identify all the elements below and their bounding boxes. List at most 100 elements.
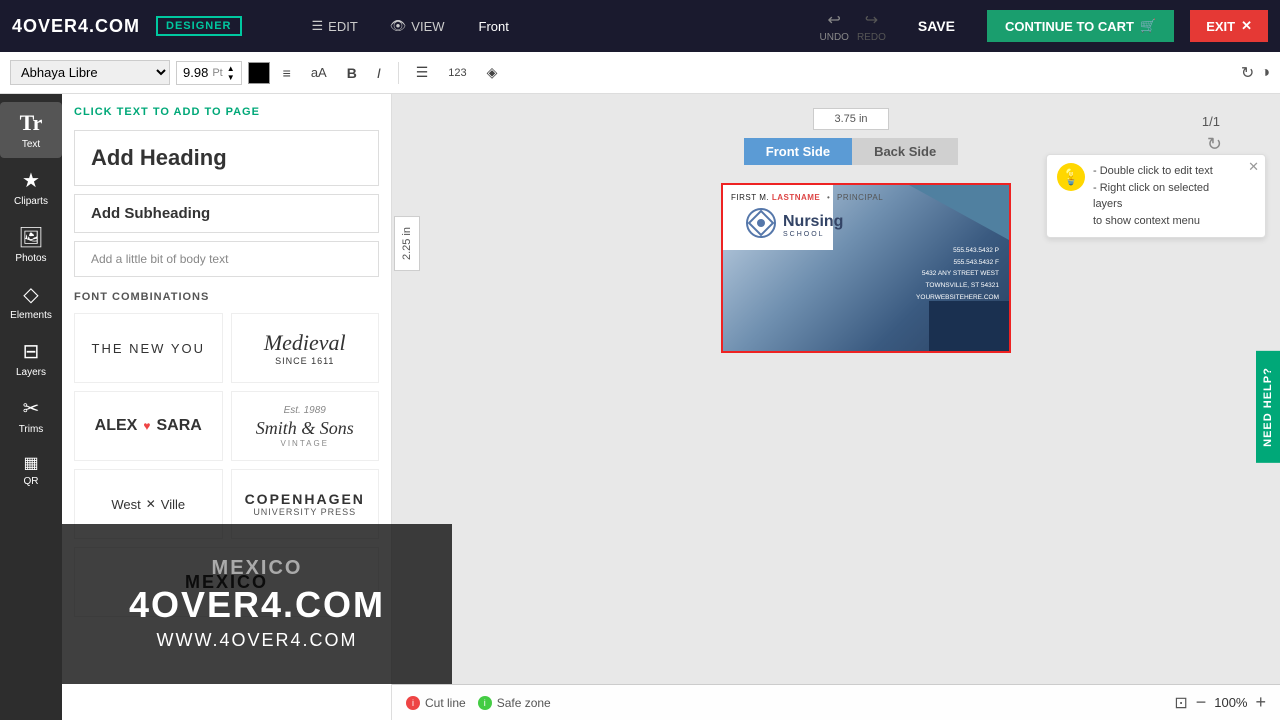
business-card[interactable]: FIRST M. LASTNAME • PRINCIPAL Nursing <box>721 183 1011 353</box>
font-combo-2-main: Medieval <box>264 330 346 356</box>
vertical-ruler: 2.25 in <box>392 144 422 344</box>
color-picker[interactable] <box>248 62 270 84</box>
list-button[interactable]: ☰ <box>409 60 436 85</box>
tip-text: - Double click to edit text - Right clic… <box>1093 163 1235 229</box>
font-combo-7-text: MEXICO <box>185 572 268 593</box>
card-school: Nursing SCHOOL <box>783 213 843 238</box>
logo-svg <box>745 207 777 239</box>
elements-icon: ◇ <box>23 282 38 307</box>
font-combo-7[interactable]: MEXICO <box>74 547 379 617</box>
bold-button[interactable]: B <box>340 61 364 85</box>
refresh-button[interactable]: ↻ <box>1241 63 1254 83</box>
font-size-value: 9.98 <box>183 65 208 80</box>
canvas-wrapper: FIRST M. LASTNAME • PRINCIPAL Nursing <box>721 183 1011 353</box>
sidebar-item-trims[interactable]: ✂ Trims <box>0 388 62 443</box>
align-button[interactable]: ≡ <box>276 61 298 85</box>
sidebar-item-label-text: Text <box>22 139 40 150</box>
add-subheading-button[interactable]: Add Subheading <box>74 194 379 233</box>
view-button[interactable]: 👁 VIEW <box>382 18 453 34</box>
safe-zone-dot: i <box>478 696 492 710</box>
font-size-group: 9.98 Pt ▲ ▼ <box>176 61 242 85</box>
tip-close-button[interactable]: ✕ <box>1248 159 1259 175</box>
font-size-down-icon[interactable]: ▼ <box>227 73 235 82</box>
zoom-in-button[interactable]: + <box>1255 692 1266 713</box>
font-family-select[interactable]: Abhaya Libre <box>10 60 170 85</box>
card-title: PRINCIPAL <box>837 193 883 202</box>
font-combo-3[interactable]: ALEX ♥ SARA <box>74 391 223 461</box>
card-address: 5432 ANY STREET WEST <box>916 268 999 280</box>
sidebar-item-label-qr: QR <box>24 476 39 487</box>
card-contact: 555.543.5432 P 555.543.5432 F 5432 ANY S… <box>916 245 999 303</box>
font-combo-4-sub: VINTAGE <box>280 439 329 448</box>
vertical-ruler-value: 2.25 in <box>394 216 420 271</box>
front-side-button[interactable]: Front Side <box>744 138 852 165</box>
sidebar-item-cliparts[interactable]: ★ Cliparts <box>0 160 62 215</box>
qr-icon: ▦ <box>23 453 38 473</box>
sidebar-item-text[interactable]: Tr Text <box>0 102 62 158</box>
front-label: Front <box>469 19 519 34</box>
text-panel: CLICK TEXT TO ADD TO PAGE Add Heading Ad… <box>62 94 392 720</box>
font-size-up-icon[interactable]: ▲ <box>227 64 235 73</box>
font-case-button[interactable]: aA <box>304 61 334 84</box>
redo-icon: ↪ <box>865 10 878 30</box>
font-combo-2[interactable]: Medieval SINCE 1611 <box>231 313 380 383</box>
special-chars-button[interactable]: 123 <box>441 63 473 83</box>
font-combo-1-text: THE NEW YOU <box>92 341 206 356</box>
edit-button[interactable]: ☰ EDIT <box>304 18 366 34</box>
card-bullet: • <box>827 193 830 202</box>
designer-badge: DESIGNER <box>156 16 241 36</box>
exit-button[interactable]: EXIT ✕ <box>1190 10 1268 42</box>
font-combo-6[interactable]: COPENHAGEN UNIVERSITY PRESS <box>231 469 380 539</box>
fit-to-screen-button[interactable]: ⊡ <box>1174 693 1187 713</box>
add-heading-button[interactable]: Add Heading <box>74 130 379 186</box>
font-size-unit: Pt <box>212 67 222 79</box>
font-combo-3-main: ALEX <box>95 417 138 435</box>
bottom-bar: i Cut line i Safe zone ⊡ − 100% + <box>392 684 1280 720</box>
save-button[interactable]: SAVE <box>902 18 971 34</box>
continue-to-cart-button[interactable]: CONTINUE TO CART 🛒 <box>987 10 1174 42</box>
card-name: FIRST M. LASTNAME • PRINCIPAL <box>731 193 883 202</box>
font-combo-4[interactable]: Est. 1989 Smith & Sons VINTAGE <box>231 391 380 461</box>
font-combo-5[interactable]: West ✕ Ville <box>74 469 223 539</box>
font-combo-4-est: Est. 1989 <box>284 405 326 416</box>
card-school-sub: SCHOOL <box>783 231 843 239</box>
font-combo-3-sub: SARA <box>156 417 201 435</box>
zoom-out-button[interactable]: − <box>1196 692 1207 713</box>
font-combo-grid: THE NEW YOU Medieval SINCE 1611 ALEX ♥ S… <box>74 313 379 539</box>
zoom-controls: ⊡ − 100% + <box>1174 692 1266 713</box>
card-city-state: TOWNSVILLE, ST 54321 <box>916 280 999 292</box>
font-combo-6-sub: UNIVERSITY PRESS <box>253 507 356 517</box>
font-combo-1[interactable]: THE NEW YOU <box>74 313 223 383</box>
safe-zone-label: Safe zone <box>497 696 551 710</box>
font-size-stepper[interactable]: ▲ ▼ <box>227 64 235 82</box>
layers-icon: ⊟ <box>23 339 40 364</box>
horizontal-ruler: 3.75 in <box>813 108 888 130</box>
sidebar-item-photos[interactable]: 🖼 Photos <box>0 217 62 272</box>
trims-icon: ✂ <box>23 396 40 421</box>
redo-button[interactable]: ↪ REDO <box>857 10 886 43</box>
zoom-percent: 100% <box>1214 695 1247 710</box>
theme-button[interactable]: ◑ <box>1260 64 1270 82</box>
canvas-refresh-button[interactable]: ↻ <box>1207 134 1222 155</box>
sidebar-item-layers[interactable]: ⊟ Layers <box>0 331 62 386</box>
fill-button[interactable]: ◈ <box>480 60 505 85</box>
cross-icon: ✕ <box>146 497 156 511</box>
sidebar-item-label-layers: Layers <box>16 367 46 378</box>
back-side-button[interactable]: Back Side <box>852 138 958 165</box>
sidebar-item-qr[interactable]: ▦ QR <box>0 445 62 495</box>
close-icon: ✕ <box>1241 18 1252 34</box>
sidebar-item-elements[interactable]: ◇ Elements <box>0 274 62 329</box>
add-body-button[interactable]: Add a little bit of body text <box>74 241 379 277</box>
logo: 4OVER4.COM <box>12 16 140 37</box>
font-combo-5-sub: Ville <box>161 497 185 512</box>
need-help-tab[interactable]: NEED HELP? <box>1256 351 1280 463</box>
font-combo-extra: MEXICO <box>74 547 379 617</box>
card-school-name: Nursing <box>783 213 843 230</box>
font-combo-6-main: COPENHAGEN <box>245 491 365 507</box>
italic-button[interactable]: I <box>370 61 388 85</box>
card-phone1: 555.543.5432 P <box>916 245 999 257</box>
side-toggle: Front Side Back Side <box>744 138 958 165</box>
card-website: YOURWEBSITEHERE.COM <box>916 292 999 304</box>
canvas-area: 2.25 in 3.75 in Front Side Back Side FIR… <box>392 94 1280 720</box>
undo-button[interactable]: ↩ UNDO <box>820 10 849 43</box>
